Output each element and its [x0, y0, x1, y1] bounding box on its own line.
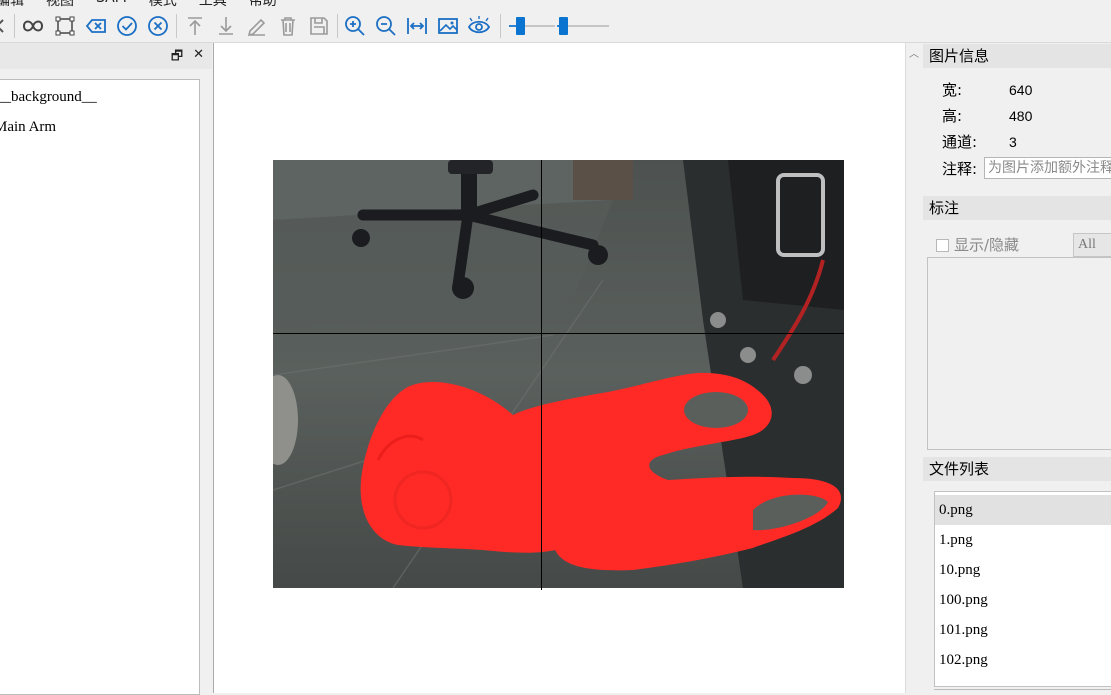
close-icon[interactable]: ✕	[193, 47, 204, 69]
width-label: 宽:	[942, 81, 963, 99]
edit-icon[interactable]	[246, 15, 268, 37]
annotated-image[interactable]	[273, 160, 844, 588]
show-hide-checkbox[interactable]	[936, 238, 949, 252]
zoom-out-icon[interactable]	[375, 15, 397, 37]
file-list[interactable]: 0.png 1.png 10.png 100.png 101.png 102.p…	[934, 491, 1111, 687]
annotation-list[interactable]	[927, 257, 1111, 450]
fit-width-icon[interactable]	[406, 15, 428, 37]
arrow-left-icon[interactable]	[0, 15, 10, 37]
canvas-scrollbar[interactable]: ︿	[905, 43, 923, 693]
label-item-background[interactable]: __background__	[0, 83, 97, 111]
label-panel: 🗗 ✕ __background__ Main Arm	[0, 43, 212, 695]
height-value: 480	[1009, 108, 1033, 124]
float-icon[interactable]: 🗗	[171, 47, 183, 69]
label-list[interactable]: __background__ Main Arm	[0, 79, 200, 695]
menu-sam[interactable]: SAM	[96, 0, 127, 8]
slider-fill	[509, 25, 516, 27]
annotation-filter-select[interactable]: All	[1073, 233, 1111, 257]
menu-help[interactable]: 帮助	[249, 0, 277, 8]
toolbar-separator	[337, 14, 338, 38]
crosshair-vertical	[541, 160, 542, 590]
crosshair-horizontal	[273, 333, 844, 334]
file-list-title: 文件列表	[923, 457, 1111, 481]
toolbar-separator	[14, 14, 15, 38]
menu-edit[interactable]: 编辑	[0, 0, 24, 8]
menu-view[interactable]: 视图	[46, 0, 74, 8]
rectangle-icon[interactable]	[54, 15, 76, 37]
file-item[interactable]: 102.png	[935, 645, 1111, 675]
toolbar-separator	[500, 14, 501, 38]
save-icon[interactable]	[308, 15, 330, 37]
menubar: 编辑 视图 SAM 模式 工具 帮助	[0, 0, 1111, 8]
slider-thumb[interactable]	[559, 17, 568, 35]
image-icon[interactable]	[437, 15, 459, 37]
confirm-icon[interactable]	[116, 15, 138, 37]
image-canvas[interactable]	[213, 43, 906, 693]
note-label: 注释:	[942, 160, 978, 178]
toolbar-separator	[176, 14, 177, 38]
show-hide-toggle[interactable]: 显示/隐藏	[936, 235, 1019, 255]
annotations-title: 标注	[923, 196, 1111, 220]
delete-icon[interactable]	[85, 15, 107, 37]
move-top-icon[interactable]	[184, 15, 206, 37]
channels-row: 通道: 3	[942, 131, 1017, 153]
polygon-icon[interactable]	[22, 15, 44, 37]
width-value: 640	[1009, 82, 1033, 98]
file-item[interactable]: 0.png	[935, 495, 1111, 525]
menu-tools[interactable]: 工具	[199, 0, 227, 8]
channels-value: 3	[1009, 134, 1017, 150]
width-row: 宽: 640	[942, 79, 1032, 101]
vertex-size-slider[interactable]	[557, 17, 609, 35]
note-row: 注释:	[942, 158, 977, 180]
eye-icon[interactable]	[468, 15, 490, 37]
file-item[interactable]: 10.png	[935, 555, 1111, 585]
file-item[interactable]: 101.png	[935, 615, 1111, 645]
slider-thumb[interactable]	[516, 17, 525, 35]
zoom-in-icon[interactable]	[344, 15, 366, 37]
label-panel-titlebar: 🗗 ✕	[0, 43, 212, 69]
note-input[interactable]: 为图片添加额外注释	[984, 157, 1111, 179]
height-label: 高:	[942, 107, 963, 125]
mask-alpha-slider[interactable]	[509, 17, 555, 35]
channels-label: 通道:	[942, 133, 978, 151]
image-info-title: 图片信息	[923, 44, 1111, 68]
right-panel: 图片信息 宽: 640 高: 480 通道: 3 注释: 为图片添加额外注释 标注 显…	[923, 43, 1111, 693]
file-item[interactable]: 100.png	[935, 585, 1111, 615]
height-row: 高: 480	[942, 105, 1032, 127]
label-item-main-arm[interactable]: Main Arm	[0, 113, 56, 141]
toolbar	[0, 8, 1111, 43]
trash-icon[interactable]	[277, 15, 299, 37]
scroll-up-icon[interactable]: ︿	[909, 45, 919, 60]
move-bottom-icon[interactable]	[215, 15, 237, 37]
cancel-icon[interactable]	[147, 15, 169, 37]
panel-divider	[934, 689, 1111, 690]
show-hide-label: 显示/隐藏	[954, 236, 1020, 254]
menu-mode[interactable]: 模式	[149, 0, 177, 8]
file-item[interactable]: 1.png	[935, 525, 1111, 555]
